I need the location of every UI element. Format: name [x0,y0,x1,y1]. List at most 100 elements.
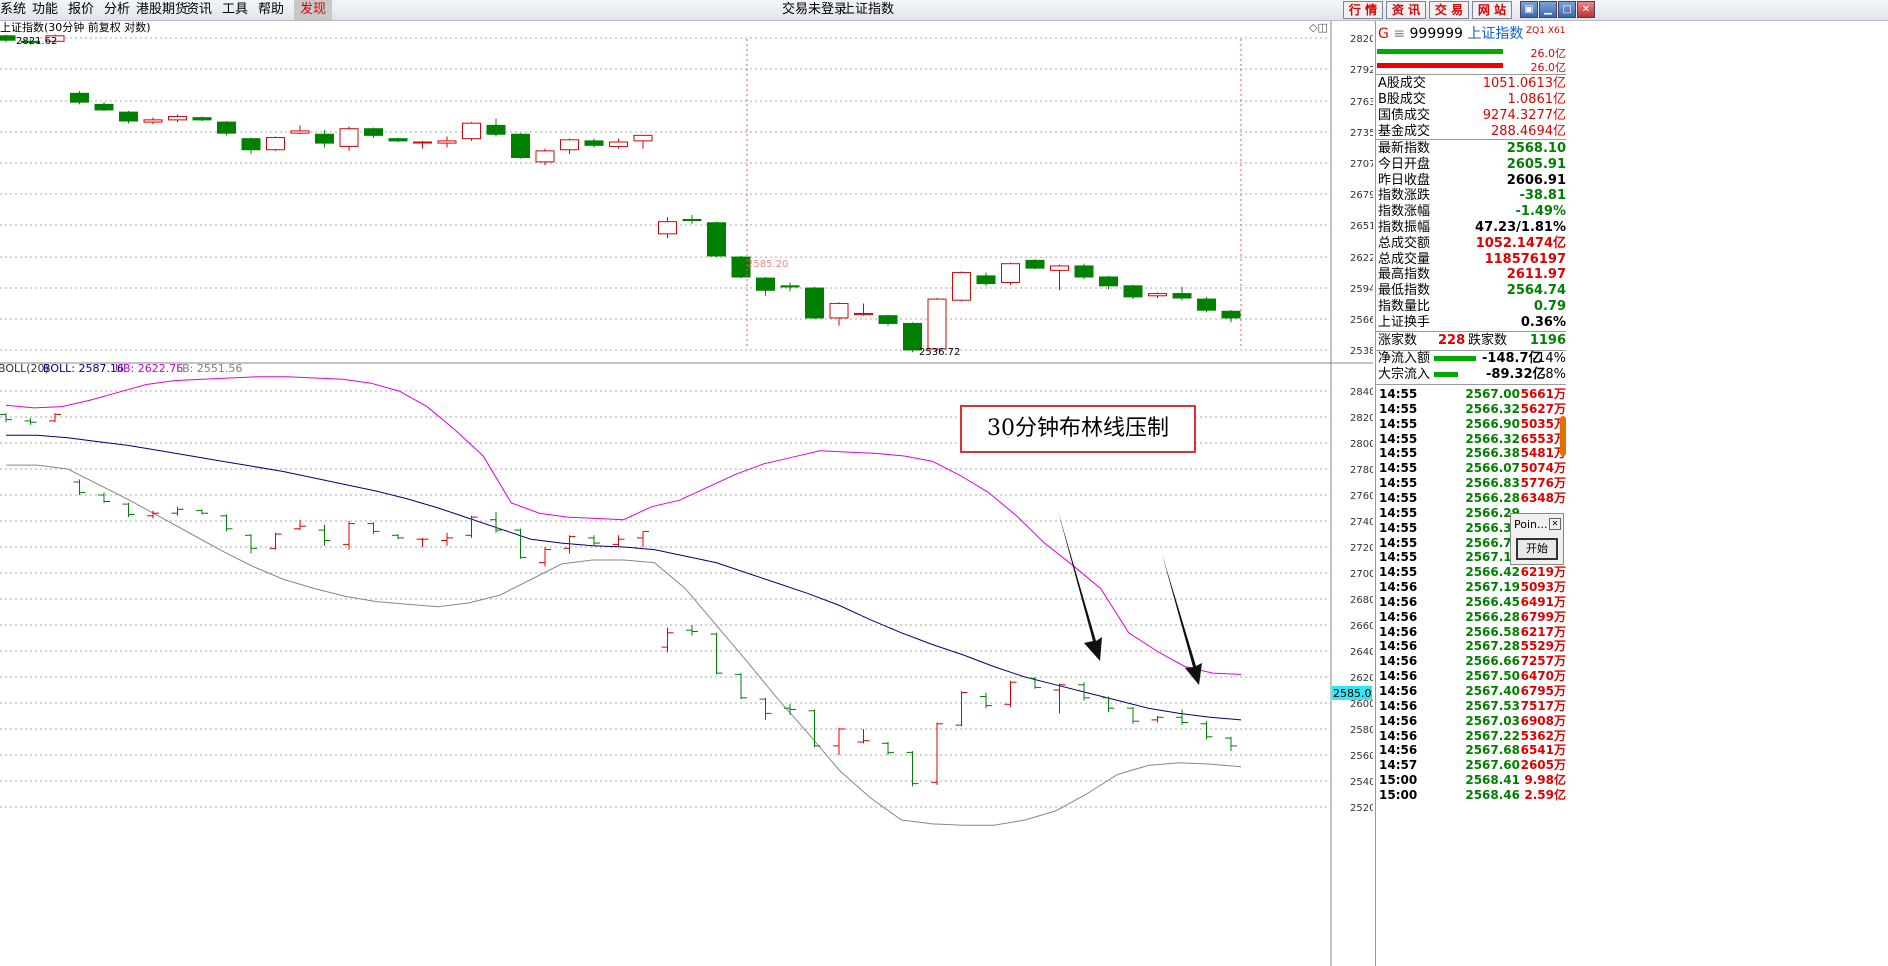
tick-price: 2567.03 [1465,713,1520,728]
menu-function[interactable]: 功能 [32,0,58,20]
main-y-tick-label: 2566 [1350,315,1373,326]
tick-row: 14:56 2567.03 6908万 [1376,714,1566,729]
boll-y-tick-label: 2700 [1350,569,1373,580]
down-count: 1196 [1529,333,1566,348]
tick-price: 2567.22 [1465,728,1520,743]
tick-row: 14:56 2567.22 5362万 [1376,729,1566,744]
down-count-label: 跌家数 [1468,333,1508,348]
candle-body [241,138,261,151]
menu-news[interactable]: 资讯 [186,0,212,20]
high-price-label: 2821.62 [16,36,57,47]
tick-volume: 6799万 [1520,609,1566,624]
stock-code: 999999 [1409,26,1463,42]
tick-price: 2566.07 [1465,461,1520,476]
tick-time: 14:55 [1379,401,1418,416]
menu-system[interactable]: 系统 [0,0,26,20]
sell-bar [1377,63,1503,68]
tick-row: 14:56 2566.45 6491万 [1376,595,1566,610]
menu-hk-futures[interactable]: 港股期货 [136,0,188,20]
menu-tools[interactable]: 工具 [222,0,248,20]
tick-volume: 6908万 [1520,713,1566,728]
index-stat-value: 0.36% [1520,314,1566,330]
chart-tools-icon[interactable]: ◇◫ [1309,21,1328,34]
candle-body [94,103,114,111]
boll-y-tick-label: 2780 [1350,465,1373,476]
index-stat-row: 总成交量 118576197 [1376,252,1566,268]
menu-help[interactable]: 帮助 [258,0,284,20]
candle-body [290,130,310,134]
close-icon[interactable]: ✕ [1577,1,1595,18]
index-stat-label: 最高指数 [1378,267,1431,283]
main-y-tick-label: 2735 [1350,128,1373,139]
tick-time: 14:56 [1379,713,1418,728]
main-y-tick-label: 2651 [1350,221,1373,232]
tick-volume: 2605万 [1520,758,1566,773]
quote-tab-button[interactable]: 行 情 [1343,1,1383,19]
index-stat-value: 2611.97 [1506,267,1566,283]
menu-quote[interactable]: 报价 [68,0,94,20]
boll-y-tick-label: 2620 [1350,673,1373,684]
trade-tab-button[interactable]: 交 易 [1429,1,1469,19]
popup-start-button[interactable]: 开始 [1516,538,1558,560]
tick-volume: 6541万 [1520,743,1566,758]
candle-body [952,272,971,301]
popup-title: Poin... [1514,518,1548,531]
scroll-handle[interactable] [1560,416,1566,456]
candle-body [805,287,824,319]
boll-lower-line [6,464,1242,826]
candle-body [1148,293,1167,297]
tick-price: 2567.28 [1465,639,1520,654]
tick-volume: 7517万 [1520,698,1566,713]
cursor-price-label: 2585.20 [747,259,788,270]
trade-login-status: 交易未登录 [782,2,848,17]
website-tab-button[interactable]: 网 站 [1472,1,1512,19]
tick-volume: 6470万 [1520,669,1566,684]
menu-analysis[interactable]: 分析 [104,0,130,20]
tick-volume: 6795万 [1520,684,1566,698]
maximize-icon[interactable]: □ [1558,1,1576,18]
tick-row: 14:56 2567.50 6470万 [1376,669,1566,684]
index-stat-value: 118576197 [1484,251,1566,267]
candle-body [168,116,187,121]
volume-row: A股成交 1051.0613亿 [1376,76,1566,92]
chart-area[interactable]: 2820 2792 2763 2735 2707 2679 2651 2622 2594 2566… [0,21,1373,966]
volume-row-label: 国债成交 [1378,108,1431,123]
tick-row: 14:55 2566.42 6219万 [1376,565,1566,580]
volume-row: 国债成交 9274.3277亿 [1376,108,1566,124]
block-inflow-label: 大宗流入 [1378,367,1431,382]
candle-body [1001,263,1020,284]
index-stat-row: 指数涨跌 -38.81 [1376,188,1566,204]
menu-discover[interactable]: 发现 [294,0,333,20]
tick-row: 14:56 2567.19 5093万 [1376,580,1566,595]
tick-price: 2566.83 [1465,476,1520,491]
annotation-box: 30分钟布林线压制 [960,405,1196,453]
tick-volume: 5627万 [1520,401,1566,416]
candle-body [119,111,138,122]
menu-lines-icon[interactable]: ≡ [1393,26,1405,42]
volume-row-label: B股成交 [1378,92,1426,107]
tick-row: 15:00 2568.41 9.98亿 [1376,773,1566,788]
tick-row: 14:55 2566.32 5627万 [1376,402,1566,417]
minimize-icon[interactable]: ▁ [1539,1,1557,18]
candle-body [1197,298,1216,311]
index-stat-value: 1052.1474亿 [1475,235,1566,251]
candle-body [829,303,849,319]
tick-time: 14:55 [1379,565,1418,580]
restore-icon[interactable]: ▣ [1520,1,1538,18]
tick-time: 14:56 [1379,609,1418,624]
volume-row: B股成交 1.0861亿 [1376,92,1566,108]
candle-body [560,139,579,151]
candle-body [486,124,506,135]
tick-price: 2566.45 [1465,594,1520,609]
net-inflow-bar [1434,356,1476,361]
index-stat-row: 上证换手 0.36% [1376,315,1566,331]
popup-close-icon[interactable]: ✕ [1549,518,1561,530]
candle-body [1025,259,1045,269]
tick-time: 14:55 [1379,535,1418,550]
index-stat-row: 昨日收盘 2606.91 [1376,173,1566,189]
index-stat-row: 指数涨幅 -1.49% [1376,204,1566,220]
main-chart-title: 上证指数(30分钟 前复权 对数) [0,21,151,34]
candle-body [1123,285,1143,298]
news-tab-button[interactable]: 资 讯 [1386,1,1426,19]
tick-time: 14:56 [1379,669,1418,684]
